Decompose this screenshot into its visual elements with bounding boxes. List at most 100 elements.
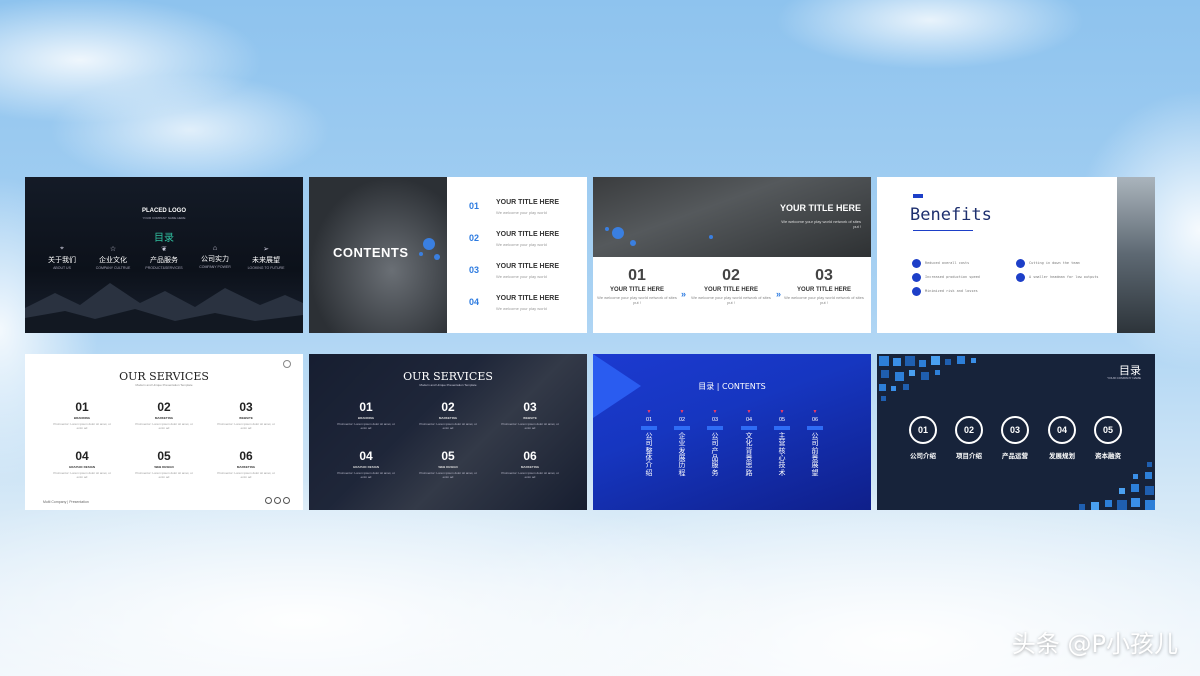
- item-number: 06: [811, 417, 819, 423]
- slide-thumbnail-8[interactable]: 目录 YOUR COMPANY NAME 01 公司介绍 02 项目介绍 03 …: [877, 354, 1155, 510]
- menu-item-en: COMPANY POWER: [199, 265, 231, 269]
- circle-label: 公司介绍: [910, 452, 936, 460]
- service-number: 05: [157, 449, 171, 463]
- item-title: YOUR TITLE HERE: [496, 263, 560, 270]
- step-subtitle: We welcome your play world network of si…: [597, 295, 677, 305]
- service-item: 01 BRANDING Proinventor: Lorem ipsum dolor…: [52, 400, 112, 430]
- mountain-silhouette: [25, 283, 303, 333]
- menu-item: ☆ 企业文化 COMPANY CULTRUE: [88, 245, 138, 270]
- marker-icon: ▼: [712, 409, 718, 415]
- service-item: 05 WEB DESIGN Proinventor: Lorem ipsum dol…: [418, 449, 478, 479]
- contents-column: ▼ 05 主营核心技术: [771, 409, 793, 477]
- number-circle: 04: [1048, 416, 1076, 444]
- service-label: MARKETING: [438, 416, 458, 420]
- item-label: 企业发展历程: [678, 432, 686, 477]
- menu-item-en: ABOUT US: [53, 266, 71, 270]
- star-icon: ☆: [109, 246, 117, 253]
- benefit-text: Increased production speed: [925, 275, 980, 279]
- item-number: 04: [469, 297, 480, 307]
- item-label: 主营核心技术: [778, 432, 786, 477]
- accent-tag: [913, 194, 923, 198]
- benefit-item: A smaller headman for low outputs: [1016, 273, 1126, 283]
- bar: [807, 426, 823, 430]
- slide-thumbnail-5[interactable]: OUR SERVICES Modern and Unique Presentat…: [25, 354, 303, 510]
- menu-row: ⌖ 关于我们 ABOUT US ☆ 企业文化 COMPANY CULTRUE ❦ 产品服务…: [37, 245, 291, 270]
- service-number: 06: [523, 449, 537, 463]
- slide-thumbnail-1[interactable]: PLACED LOGO YOUR COMPANY NAME HERE 目录 ⌖ 关…: [25, 177, 303, 333]
- circle-label: 产品运营: [1002, 452, 1028, 460]
- item-label: 公司产品服务: [711, 432, 719, 477]
- contents-column: ▼ 03 公司产品服务: [704, 409, 726, 477]
- contents-column: ▼ 02 企业发展历程: [671, 409, 693, 477]
- service-number: 04: [359, 449, 373, 463]
- menu-item-en: COMPANY CULTRUE: [95, 266, 131, 270]
- marker-icon: ▼: [679, 409, 685, 415]
- bar: [774, 426, 790, 430]
- number-circle: 01: [909, 416, 937, 444]
- slide-thumbnail-6[interactable]: OUR SERVICES Modern and Unique Presentat…: [309, 354, 587, 510]
- menu-item-en: LOOKING TO FUTURE: [247, 266, 285, 270]
- menu-item: ⌂ 公司实力 COMPANY POWER: [190, 245, 240, 270]
- item-number: 01: [469, 201, 480, 211]
- service-number: 01: [75, 400, 89, 414]
- item-number: 01: [645, 417, 653, 423]
- service-label: WEBSITE: [239, 416, 253, 420]
- service-label: WEB DESIGN: [438, 465, 458, 469]
- service-number: 02: [157, 400, 171, 414]
- step-title: YOUR TITLE HERE: [796, 287, 851, 293]
- service-item: 03 WEBSITE Proinventor: Lorem ipsum dolor …: [216, 400, 276, 430]
- benefit-text: A smaller headman for low outputs: [1029, 275, 1099, 279]
- service-label: MARKETING: [154, 416, 174, 420]
- benefit-item: Cutting in down the team: [1016, 259, 1126, 269]
- circle-label: 项目介绍: [956, 452, 982, 460]
- service-label: WEBSITE: [523, 416, 537, 420]
- service-label: MARKETING: [520, 465, 540, 469]
- menu-item: ❦ 产品服务 PRODUCT&SERVICES: [139, 245, 189, 270]
- menu-item-label: 公司实力: [201, 255, 229, 263]
- menu-item-label: 产品服务: [150, 256, 178, 264]
- decor-dots: [419, 238, 440, 260]
- service-text: Proinventor: Lorem ipsum dolor sit amet,…: [501, 471, 559, 480]
- divider: [913, 230, 973, 231]
- slide-thumbnail-7[interactable]: 目录 | CONTENTS ▼ 01 公司整体介绍 ▼ 02 企业发展历程 ▼ 03 公司产…: [593, 354, 871, 510]
- services-title: OUR SERVICES: [119, 370, 209, 383]
- slide-thumbnail-3[interactable]: YOUR TITLE HERE We welcome your play wor…: [593, 177, 871, 333]
- bullet-dot: [912, 259, 921, 268]
- item-number: 05: [778, 417, 786, 423]
- benefit-item: Reduced overall costs: [912, 259, 1022, 269]
- step-title: YOUR TITLE HERE: [609, 287, 664, 293]
- service-number: 04: [75, 449, 89, 463]
- header-subtitle: We welcome your play world network of si…: [781, 219, 861, 229]
- slide-thumbnail-4[interactable]: Benefits Reduced overall costs Increased…: [877, 177, 1155, 333]
- service-label: BRANDING: [357, 416, 375, 420]
- social-icon: [274, 497, 281, 504]
- service-text: Proinventor: Lorem ipsum dolor sit amet,…: [53, 471, 111, 480]
- service-text: Proinventor: Lorem ipsum dolor sit amet,…: [419, 471, 477, 480]
- item-number: 02: [678, 417, 686, 423]
- benefit-item: Increased production speed: [912, 273, 1022, 283]
- social-icon: [283, 497, 290, 504]
- watermark: 头条 @P小孩儿: [1011, 630, 1178, 658]
- service-item: 06 MARKETING Proinventor: Lorem ipsum dolo…: [500, 449, 560, 479]
- menu-item-label: 未来展望: [252, 256, 280, 264]
- step-title: YOUR TITLE HERE: [703, 287, 758, 293]
- house-icon: ⌂: [212, 245, 218, 252]
- service-item: 02 MARKETING Proinventor: Lorem ipsum dolo…: [134, 400, 194, 430]
- bar: [741, 426, 757, 430]
- contents-heading: 目录 | CONTENTS: [698, 382, 766, 391]
- leaf-icon: ❦: [161, 246, 167, 253]
- bar: [674, 426, 690, 430]
- service-item: 06 MARKETING Proinventor: Lorem ipsum dolo…: [216, 449, 276, 479]
- step-subtitle: We welcome your play world network of si…: [691, 295, 771, 305]
- pixel-decor-bottom: [1079, 462, 1155, 510]
- bar: [641, 426, 657, 430]
- slide-thumbnail-2[interactable]: CONTENTS 01 YOUR TITLE HERE We welcome you…: [309, 177, 587, 333]
- service-number: 03: [523, 400, 537, 414]
- service-label: MARKETING: [236, 465, 256, 469]
- step-column: 02 YOUR TITLE HERE We welcome your play wo…: [691, 267, 771, 305]
- logo-subtitle: YOUR COMPANY NAME HERE: [142, 216, 186, 220]
- service-item: 01 BRANDING Proinventor: Lorem ipsum dolor…: [336, 400, 396, 430]
- service-item: 03 WEBSITE Proinventor: Lorem ipsum dolor …: [500, 400, 560, 430]
- service-text: Proinventor: Lorem ipsum dolor sit amet,…: [135, 471, 193, 480]
- benefit-item: Minimized risk and losses: [912, 287, 1022, 297]
